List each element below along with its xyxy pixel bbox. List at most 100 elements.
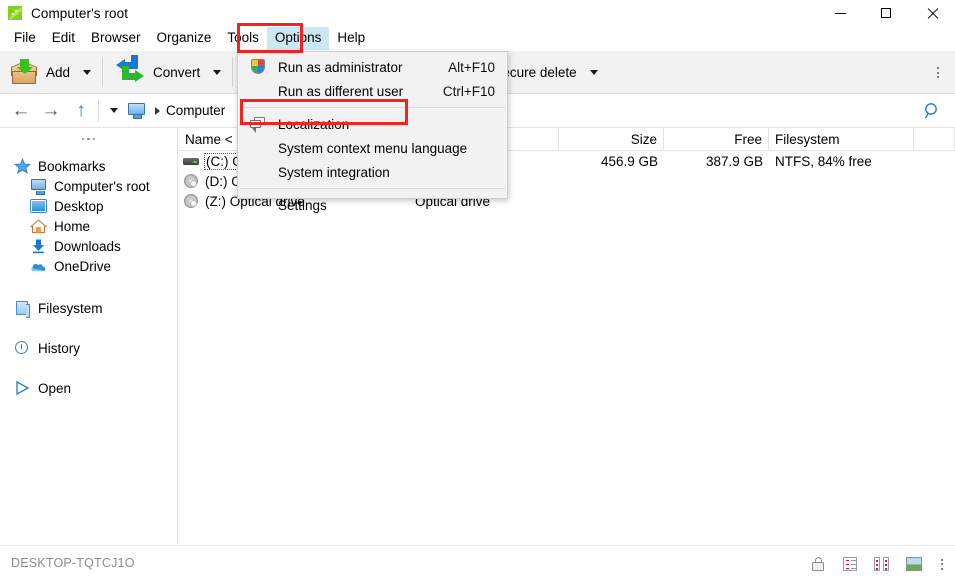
cell-free (664, 171, 769, 191)
optical-drive-icon (183, 193, 200, 209)
chevron-down-icon (590, 70, 598, 75)
convert-dropdown-caret[interactable] (206, 51, 228, 94)
status-view-icons (809, 546, 947, 580)
filesystem-icon (14, 300, 31, 316)
menu-item-localization[interactable]: Localization (238, 112, 507, 136)
menu-options[interactable]: Options (267, 27, 330, 50)
chevron-right-icon (155, 107, 160, 115)
minimize-button[interactable] (817, 0, 863, 26)
cell-size (559, 191, 664, 211)
breadcrumb-history-caret[interactable] (103, 96, 125, 126)
download-icon (30, 238, 47, 254)
menu-item-label: System context menu language (278, 141, 467, 156)
toolbar-add-group: Add (0, 51, 98, 94)
search-icon[interactable] (921, 100, 943, 122)
up-button[interactable]: ↑ (66, 96, 96, 126)
status-computer-name: DESKTOP-TQTCJ1O (11, 556, 135, 570)
menu-edit[interactable]: Edit (44, 27, 83, 50)
back-button[interactable]: ← (6, 96, 36, 126)
close-icon (927, 8, 938, 19)
sidebar-collapse-handle[interactable] (0, 128, 177, 150)
menu-item-system-integration[interactable]: System integration (238, 160, 507, 184)
thumbnail-view-icon[interactable] (905, 555, 923, 573)
home-icon (30, 218, 47, 234)
nav-divider (98, 100, 99, 122)
list-view-icon[interactable] (873, 555, 891, 573)
menu-file[interactable]: File (6, 27, 44, 50)
chevron-down-icon (110, 108, 118, 113)
menu-separator (240, 188, 505, 189)
add-archive-icon (10, 59, 38, 85)
cell-filesystem (769, 171, 914, 191)
menu-tools[interactable]: Tools (219, 27, 267, 50)
menu-item-label: System integration (278, 165, 390, 180)
more-icon (82, 138, 96, 141)
column-header-filesystem[interactable]: Filesystem (769, 128, 914, 151)
sidebar-item-home[interactable]: Home (0, 216, 177, 236)
window-controls (817, 0, 955, 26)
menu-item-label: Settings (278, 198, 327, 213)
forward-arrow-icon: → (42, 101, 61, 120)
menu-organize[interactable]: Organize (149, 27, 220, 50)
menu-browser[interactable]: Browser (83, 27, 149, 50)
add-button[interactable]: Add (0, 51, 76, 94)
sidebar-item-desktop[interactable]: Desktop (0, 196, 177, 216)
more-icon[interactable] (937, 555, 947, 573)
chevron-down-icon (213, 70, 221, 75)
computer-icon (127, 102, 147, 119)
status-bar: DESKTOP-TQTCJ1O (0, 545, 955, 580)
menu-item-shortcut: Alt+F10 (448, 60, 495, 75)
menu-help[interactable]: Help (329, 27, 373, 50)
close-button[interactable] (909, 0, 955, 26)
sidebar-item-filesystem[interactable]: Filesystem (0, 298, 177, 318)
column-header-free[interactable]: Free (664, 128, 769, 151)
play-icon (14, 380, 31, 396)
add-dropdown-caret[interactable] (76, 51, 98, 94)
menu-item-shortcut: Ctrl+F10 (443, 84, 495, 99)
sidebar-item-downloads[interactable]: Downloads (0, 236, 177, 256)
speech-bubbles-icon (250, 116, 266, 132)
cell-size (559, 171, 664, 191)
desktop-icon (30, 198, 47, 214)
up-arrow-icon: ↑ (76, 101, 86, 120)
shield-icon (250, 59, 266, 75)
sidebar-item-bookmarks[interactable]: Bookmarks (0, 156, 177, 176)
convert-button[interactable]: Convert (107, 51, 206, 94)
clock-icon (14, 340, 31, 356)
cell-free: 387.9 GB (664, 151, 769, 171)
menu-item-run-as-administrator[interactable]: Run as administrator Alt+F10 (238, 55, 507, 79)
monitor-icon (30, 178, 47, 194)
sidebar-item-open[interactable]: Open (0, 378, 177, 398)
sidebar-item-computers-root[interactable]: Computer's root (0, 176, 177, 196)
menu-item-label: Localization (278, 117, 349, 132)
maximize-button[interactable] (863, 0, 909, 26)
star-icon (14, 158, 31, 174)
sidebar-label: Computer's root (54, 179, 150, 194)
add-button-label: Add (46, 65, 70, 80)
forward-button[interactable]: → (36, 96, 66, 126)
menu-item-settings[interactable]: Settings (238, 193, 507, 217)
breadcrumb-computer[interactable]: Computer (166, 103, 225, 118)
sidebar-spacer (0, 276, 177, 298)
column-header-size[interactable]: Size (559, 128, 664, 151)
menu-item-label: Run as different user (278, 84, 403, 99)
column-header-extra[interactable] (914, 128, 955, 151)
sidebar-spacer (0, 318, 177, 338)
sidebar-label: Downloads (54, 239, 121, 254)
convert-button-label: Convert (153, 65, 200, 80)
toolbar-divider (232, 57, 233, 87)
menu-item-system-context-menu-language[interactable]: System context menu language (238, 136, 507, 160)
sidebar-item-onedrive[interactable]: OneDrive (0, 256, 177, 276)
sidebar-spacer (0, 358, 177, 378)
sidebar-item-history[interactable]: History (0, 338, 177, 358)
sidebar-label: Bookmarks (38, 159, 106, 174)
sidebar-label: Open (38, 381, 71, 396)
sidebar-label: Desktop (54, 199, 104, 214)
menu-item-run-as-different-user[interactable]: Run as different user Ctrl+F10 (238, 79, 507, 103)
peazip-window: Computer's root File Edit Browser Organi… (0, 0, 955, 580)
sidebar: Bookmarks Computer's root Desktop Home (0, 128, 178, 544)
details-view-icon[interactable] (841, 555, 859, 573)
toolbar-overflow-button[interactable] (927, 51, 949, 94)
lock-icon[interactable] (809, 555, 827, 573)
secure-delete-dropdown-caret[interactable] (583, 51, 605, 94)
